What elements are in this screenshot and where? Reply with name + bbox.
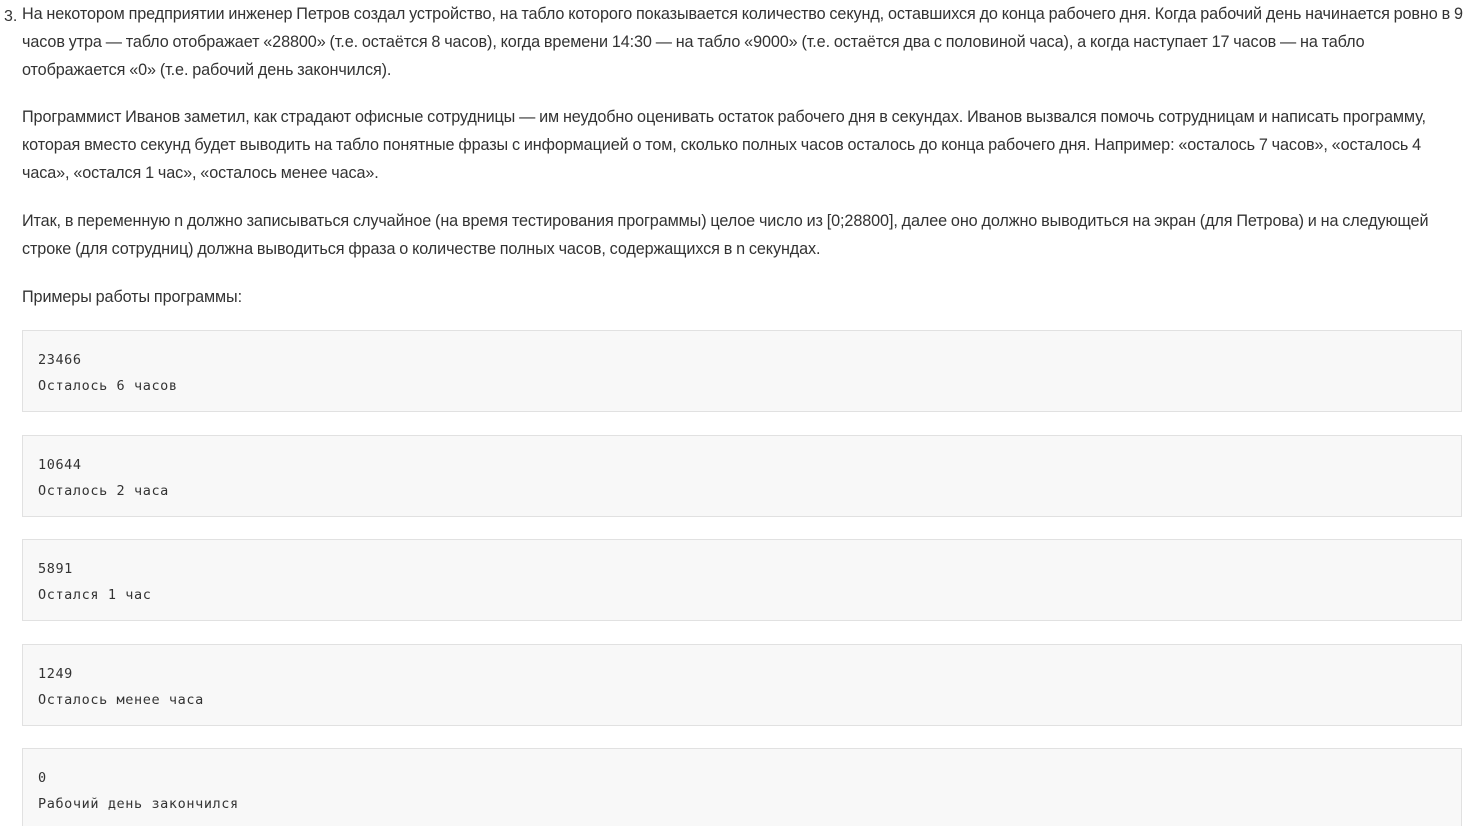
code-output: Остался 1 час [38, 587, 152, 603]
examples-heading: Примеры работы программы: [22, 288, 242, 306]
task-paragraph-intro: На некотором предприятии инженер Петров … [22, 5, 1463, 79]
task-paragraph-requirements: Итак, в переменную n должно записываться… [22, 212, 1429, 258]
code-example: 10644 Осталось 2 часа [22, 435, 1462, 517]
code-input: 23466 [38, 352, 82, 368]
code-input: 10644 [38, 457, 82, 473]
code-example: 1249 Осталось менее часа [22, 644, 1462, 726]
code-example: 5891 Остался 1 час [22, 539, 1462, 621]
code-output: Рабочий день закончился [38, 796, 239, 812]
code-output: Осталось 2 часа [38, 483, 169, 499]
code-input: 1249 [38, 666, 73, 682]
code-input: 5891 [38, 561, 73, 577]
code-output: Осталось 6 часов [38, 378, 178, 394]
code-output: Осталось менее часа [38, 692, 204, 708]
code-example: 23466 Осталось 6 часов [22, 330, 1462, 412]
task-paragraph-programmer: Программист Иванов заметил, как страдают… [22, 108, 1426, 182]
code-input: 0 [38, 770, 47, 786]
task-number: 3. [4, 8, 18, 25]
code-example: 0 Рабочий день закончился [22, 748, 1462, 826]
